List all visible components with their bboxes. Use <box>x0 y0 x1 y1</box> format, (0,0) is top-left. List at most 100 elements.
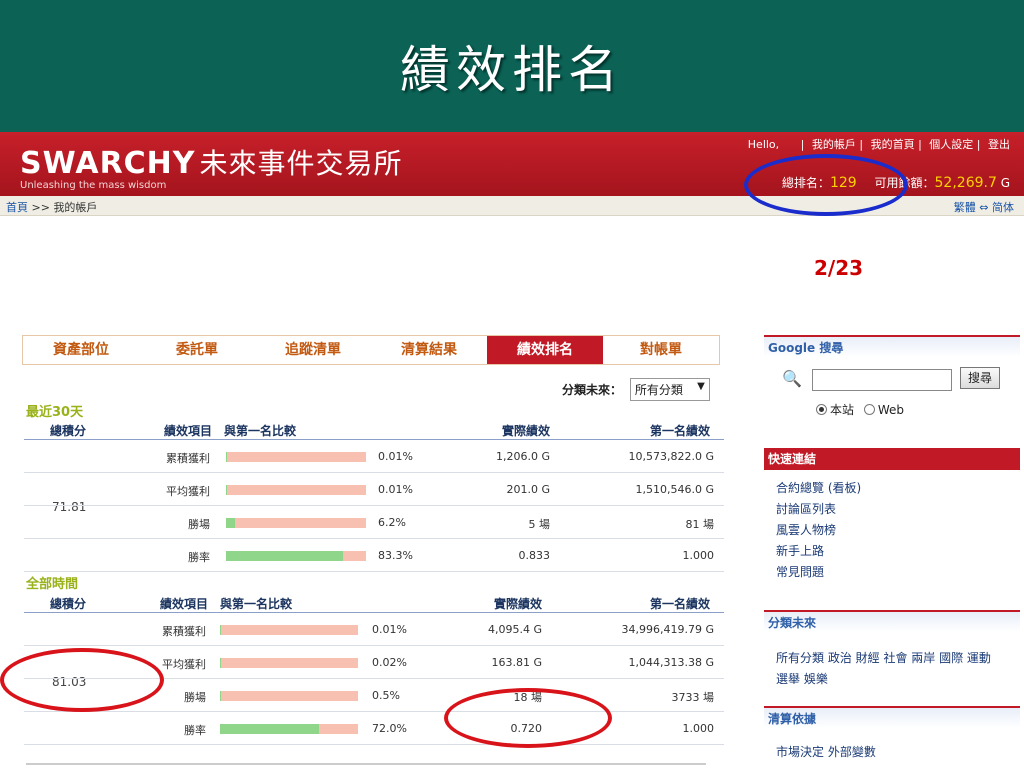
table-row: 累積獲利 0.01% 4,095.4 G 34,996,419.79 G <box>24 613 724 646</box>
categories-title: 分類未來 <box>764 610 1020 632</box>
recent-rows: 累積獲利 0.01% 1,206.0 G 10,573,822.0 G 平均獲利 0.01… <box>24 440 724 572</box>
settlement-basis-links[interactable]: 市場決定 外部變數 <box>764 728 1020 768</box>
header-compare: 與第一名比較 <box>220 597 293 611</box>
compare-bar-fill <box>226 518 235 528</box>
compare-bar-fill <box>220 658 221 668</box>
compare-bar <box>226 518 366 528</box>
compare-bar <box>226 485 366 495</box>
header-item: 績效項目 <box>160 597 209 611</box>
row-item: 累積獲利 <box>162 625 206 638</box>
tab-performance[interactable]: 績效排名 <box>487 336 603 364</box>
search-button[interactable]: 搜尋 <box>960 367 1000 389</box>
annotation-circle-score <box>0 648 164 712</box>
table-row: 勝率 83.3% 0.833 1.000 <box>24 539 724 572</box>
row-percent: 0.5% <box>372 689 400 702</box>
quick-link-contracts[interactable]: 合約總覽 (看板) <box>776 478 1020 499</box>
row-actual: 201.0 G <box>506 483 550 496</box>
link-settings[interactable]: 個人設定 <box>929 138 973 151</box>
header-score: 總積分 <box>50 597 87 611</box>
slide-page-number: 2/23 <box>814 256 864 280</box>
recent-performance-table: 總積分 績效項目 與第一名比較 實際績效 第一名績效 71.81 累積獲利 0.0… <box>24 420 724 572</box>
row-item: 勝場 <box>184 691 206 704</box>
logo-cn-text: 未來事件交易所 <box>199 147 403 180</box>
hello-text: Hello, <box>747 138 780 151</box>
header-score: 總積分 <box>50 424 87 438</box>
row-item: 勝率 <box>188 551 210 564</box>
row-percent: 0.02% <box>372 656 407 669</box>
radio-web[interactable] <box>863 404 875 415</box>
categories-links[interactable]: 所有分類 政治 財經 社會 兩岸 國際 運動 選舉 娛樂 <box>764 632 1020 696</box>
compare-bar-fill <box>226 551 343 561</box>
settlement-basis-title: 清算依據 <box>764 706 1020 728</box>
quick-link-forums[interactable]: 討論區列表 <box>776 499 1020 520</box>
settlement-basis-box: 清算依據 市場決定 外部變數 <box>764 706 1020 768</box>
user-links: Hello, | 我的帳戶 | 我的首頁 | 個人設定 | 登出 <box>747 138 1010 151</box>
compare-bar <box>226 452 366 462</box>
row-top: 1,510,546.0 G <box>635 483 715 496</box>
quick-link-faq[interactable]: 常見問題 <box>776 562 1020 583</box>
filter-label: 分類未來： <box>562 383 623 397</box>
link-logout[interactable]: 登出 <box>988 138 1010 151</box>
divider <box>26 763 706 765</box>
category-filter: 分類未來： 所有分類 ▼ <box>562 378 710 401</box>
header-top: 第一名績效 <box>650 597 711 611</box>
search-input[interactable] <box>812 369 952 391</box>
section-title-all-time: 全部時間 <box>26 577 79 592</box>
category-select[interactable]: 所有分類 ▼ <box>629 378 710 401</box>
google-search-title: Google 搜尋 <box>764 335 1020 357</box>
balance-value: 52,269.7 <box>934 175 997 191</box>
breadcrumb-home[interactable]: 首頁 <box>6 201 28 214</box>
tab-statement[interactable]: 對帳單 <box>603 336 719 364</box>
annotation-circle-wins <box>444 688 612 748</box>
row-actual: 163.81 G <box>491 656 542 669</box>
quick-links-list: 合約總覽 (看板) 討論區列表 風雲人物榜 新手上路 常見問題 <box>764 470 1020 589</box>
search-form: 🔍 搜尋 本站 Web <box>764 357 1020 417</box>
row-percent: 0.01% <box>372 623 407 636</box>
row-percent: 6.2% <box>378 516 406 529</box>
header-compare: 與第一名比較 <box>224 424 297 438</box>
table-row: 勝率 72.0% 0.720 1.000 <box>24 712 724 745</box>
table-row: 平均獲利 0.01% 201.0 G 1,510,546.0 G <box>24 473 724 506</box>
row-actual: 5 場 <box>528 518 551 531</box>
row-top: 10,573,822.0 G <box>628 450 715 463</box>
row-item: 平均獲利 <box>166 485 210 498</box>
header-top: 第一名績效 <box>650 424 711 438</box>
site-logo[interactable]: SWARCHY 未來事件交易所 Unleashing the mass wisdo… <box>20 142 403 191</box>
compare-bar <box>220 724 358 734</box>
logo-text: SWARCHY <box>20 146 196 181</box>
chevron-down-icon: ▼ <box>697 381 705 392</box>
compare-bar-fill <box>220 625 221 635</box>
quick-link-newbie[interactable]: 新手上路 <box>776 541 1020 562</box>
row-actual: 0.833 <box>518 549 551 562</box>
table-row: 累積獲利 0.01% 1,206.0 G 10,573,822.0 G <box>24 440 724 473</box>
row-item: 勝率 <box>184 724 206 737</box>
row-actual: 4,095.4 G <box>487 623 542 636</box>
balance-unit: G <box>1000 176 1010 190</box>
tab-watchlist[interactable]: 追蹤清單 <box>255 336 371 364</box>
row-actual: 1,206.0 G <box>495 450 550 463</box>
row-percent: 72.0% <box>372 722 407 735</box>
tab-assets[interactable]: 資產部位 <box>23 336 139 364</box>
google-search-box: Google 搜尋 🔍 搜尋 本站 Web <box>764 335 1020 417</box>
link-my-home[interactable]: 我的首頁 <box>871 138 915 151</box>
breadcrumb-sep: >> <box>31 201 50 214</box>
row-percent: 0.01% <box>378 483 413 496</box>
tab-settlement[interactable]: 清算結果 <box>371 336 487 364</box>
row-top: 81 場 <box>685 518 715 531</box>
tab-orders[interactable]: 委託單 <box>139 336 255 364</box>
link-my-account[interactable]: 我的帳戶 <box>812 138 856 151</box>
compare-bar-fill <box>220 691 221 701</box>
quick-links-box: 快速連結 合約總覽 (看板) 討論區列表 風雲人物榜 新手上路 常見問題 <box>764 448 1020 589</box>
row-item: 累積獲利 <box>166 452 210 465</box>
slide-title-band: 績效排名 <box>0 0 1024 132</box>
row-percent: 83.3% <box>378 549 413 562</box>
compare-bar <box>226 551 366 561</box>
compare-bar <box>220 691 358 701</box>
row-item: 勝場 <box>188 518 210 531</box>
language-toggle[interactable]: 繁體 ⇔ 简体 <box>954 199 1014 215</box>
radio-site-label: 本站 <box>830 403 855 417</box>
radio-site[interactable] <box>816 404 827 415</box>
quick-link-leaderboard[interactable]: 風雲人物榜 <box>776 520 1020 541</box>
compare-bar <box>220 658 358 668</box>
table-header: 總積分 績效項目 與第一名比較 實際績效 第一名績效 <box>24 593 724 613</box>
